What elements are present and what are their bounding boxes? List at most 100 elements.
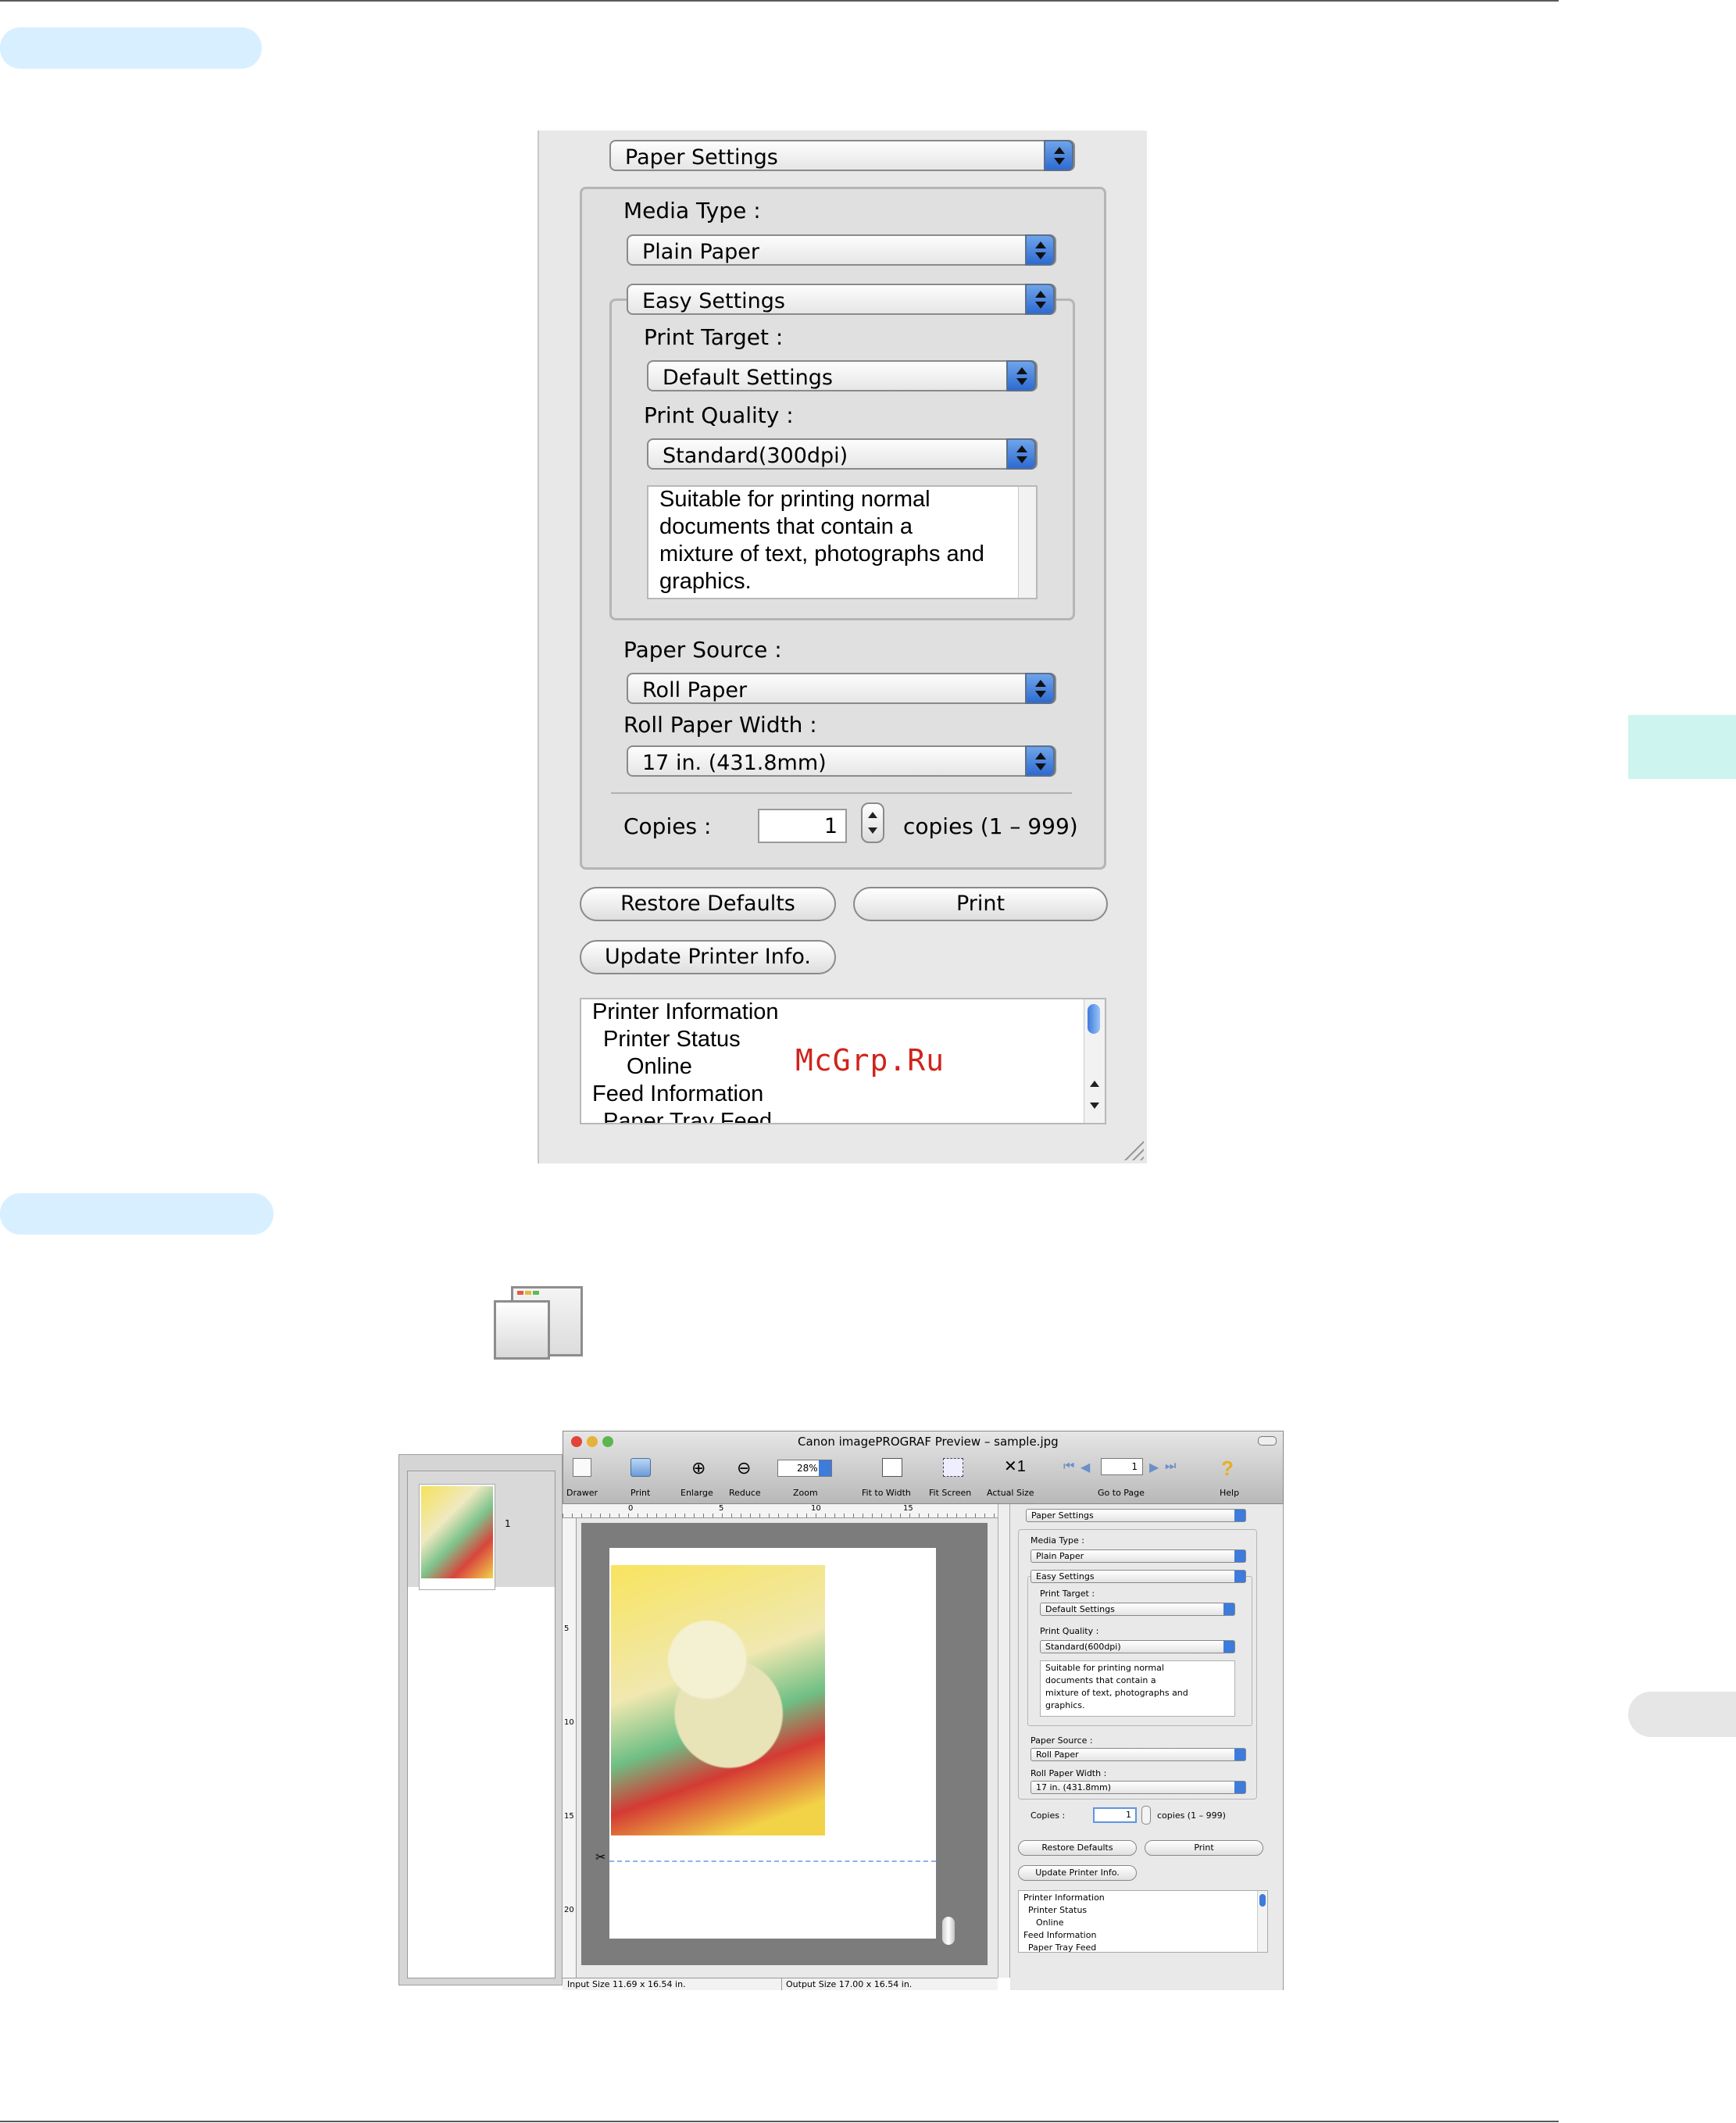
window-title: Canon imagePROGRAF Preview – sample.jpg xyxy=(798,1435,1059,1449)
restore-defaults-button[interactable]: Restore Defaults xyxy=(580,887,836,921)
output-page xyxy=(609,1548,936,1939)
paper-source-label: Paper Source : xyxy=(623,637,782,663)
print-quality-label: Print Quality : xyxy=(644,402,794,428)
fit-screen-icon xyxy=(943,1458,963,1477)
scroll-down-icon[interactable] xyxy=(1090,1103,1099,1109)
copies-range: copies (1 – 999) xyxy=(903,813,1078,839)
media-type-label: Media Type : xyxy=(623,198,761,223)
update-printer-info-button[interactable]: Update Printer Info. xyxy=(580,940,836,974)
preview-canvas: ✂ xyxy=(577,1518,998,1978)
copies-stepper[interactable] xyxy=(861,802,884,843)
info-line: Online xyxy=(1036,1917,1064,1928)
info-scrollbar[interactable] xyxy=(1084,999,1105,1123)
panel-menu-dropdown[interactable]: Paper Settings xyxy=(1026,1509,1246,1522)
print-target-dropdown[interactable]: Default Settings xyxy=(647,360,1038,391)
actual-size-button[interactable]: ✕1 Actual Size xyxy=(985,1456,1045,1502)
easy-settings-dropdown[interactable]: Easy Settings xyxy=(1031,1570,1246,1583)
copies-input[interactable]: 1 xyxy=(1093,1807,1137,1823)
print-target-dropdown[interactable]: Default Settings xyxy=(1040,1603,1235,1616)
description-line: mixture of text, photographs and xyxy=(1045,1688,1188,1698)
cut-line xyxy=(609,1860,936,1862)
dropdown-arrow-icon xyxy=(1234,1550,1245,1562)
ruler-tick-label: 15 xyxy=(903,1504,913,1513)
ruler-tick-label: 5 xyxy=(719,1504,724,1513)
print-toolbar-button[interactable]: Print xyxy=(626,1456,654,1502)
close-icon[interactable] xyxy=(571,1436,582,1447)
toolbar-toggle-icon[interactable] xyxy=(1258,1436,1277,1446)
resize-grip-icon[interactable] xyxy=(1123,1140,1144,1160)
easy-settings-dropdown[interactable]: Easy Settings xyxy=(627,284,1056,315)
panel-menu-label: Paper Settings xyxy=(1031,1510,1094,1521)
zoom-control[interactable]: 28% Zoom xyxy=(776,1460,835,1502)
page-number-value: 1 xyxy=(1131,1461,1138,1472)
zoom-window-icon[interactable] xyxy=(602,1436,613,1447)
enlarge-button[interactable]: ⊕ Enlarge xyxy=(680,1456,720,1502)
description-line: graphics. xyxy=(1045,1700,1085,1710)
canvas-scrollbar[interactable] xyxy=(998,1504,1010,1978)
scissors-icon: ✂ xyxy=(595,1851,606,1864)
description-scrollbar[interactable] xyxy=(1018,487,1036,598)
copies-input[interactable]: 1 xyxy=(758,809,847,843)
print-quality-dropdown[interactable]: Standard(600dpi) xyxy=(1040,1640,1235,1653)
zoom-select[interactable]: 28% xyxy=(777,1460,832,1477)
bottom-rule xyxy=(0,2121,1559,2122)
help-label: Help xyxy=(1220,1488,1240,1498)
fit-width-icon xyxy=(882,1458,902,1477)
print-button[interactable]: Print xyxy=(1145,1840,1263,1856)
magnify-minus-icon: ⊖ xyxy=(737,1458,752,1478)
minimize-icon[interactable] xyxy=(587,1436,598,1447)
arrow-down-icon xyxy=(868,827,877,834)
info-line: Printer Information xyxy=(1023,1892,1105,1903)
drawer-label: Drawer xyxy=(566,1488,598,1498)
description-line: Suitable for printing normal xyxy=(1045,1663,1164,1673)
last-page-icon[interactable]: ⏭ xyxy=(1165,1460,1176,1474)
scroll-thumb[interactable] xyxy=(1088,1004,1100,1034)
watermark: McGrp.Ru xyxy=(795,1043,945,1078)
page-drawer: 1 xyxy=(398,1454,563,1985)
reduce-button[interactable]: ⊖ Reduce xyxy=(729,1456,763,1502)
roll-width-label: Roll Paper Width : xyxy=(623,712,817,738)
drawer-button[interactable]: Drawer xyxy=(566,1456,598,1502)
print-button[interactable]: Print xyxy=(853,887,1108,921)
info-line: Printer Information xyxy=(592,999,779,1024)
thumbnail-page[interactable] xyxy=(419,1484,495,1590)
ruler-tick-label: 0 xyxy=(628,1504,634,1513)
arrow-up-icon xyxy=(868,812,877,818)
roll-width-dropdown[interactable]: 17 in. (431.8mm) xyxy=(1031,1781,1246,1794)
dropdown-arrow-icon xyxy=(1234,1749,1245,1760)
fit-to-width-button[interactable]: Fit to Width xyxy=(860,1456,923,1502)
actual-size-icon: ✕1 xyxy=(1004,1458,1026,1475)
first-page-icon[interactable]: ⏮ xyxy=(1063,1460,1074,1474)
roll-end-icon xyxy=(942,1917,955,1945)
help-icon: ? xyxy=(1221,1456,1234,1480)
panel-menu-dropdown[interactable]: Paper Settings xyxy=(609,140,1075,171)
restore-defaults-button[interactable]: Restore Defaults xyxy=(1018,1840,1137,1856)
go-to-page-label: Go to Page xyxy=(1098,1488,1145,1498)
section-heading-pill xyxy=(0,1193,273,1235)
dropdown-arrow-icon xyxy=(1234,1782,1245,1793)
easy-settings-value: Easy Settings xyxy=(1036,1571,1095,1582)
go-to-page-control[interactable]: ⏮ ◀ 1 ▶ ⏭ Go to Page xyxy=(1063,1456,1204,1502)
print-quality-dropdown[interactable]: Standard(300dpi) xyxy=(647,438,1038,470)
media-type-label: Media Type : xyxy=(1031,1535,1085,1546)
next-page-icon[interactable]: ▶ xyxy=(1149,1460,1159,1475)
drawer-icon xyxy=(573,1458,591,1477)
horizontal-ruler: 0 5 10 15 xyxy=(563,1504,998,1518)
info-line: Paper Tray Feed xyxy=(603,1109,772,1124)
fit-screen-button[interactable]: Fit Screen xyxy=(926,1456,981,1502)
ruler-tick-label: 15 xyxy=(564,1812,574,1821)
page-number-input[interactable]: 1 xyxy=(1101,1458,1143,1475)
info-scrollbar[interactable] xyxy=(1257,1891,1267,1952)
help-button[interactable]: ? Help xyxy=(1212,1456,1246,1502)
ruler-tick-label: 10 xyxy=(811,1504,821,1513)
roll-width-dropdown[interactable]: 17 in. (431.8mm) xyxy=(627,745,1056,777)
copies-stepper[interactable] xyxy=(1141,1806,1151,1825)
paper-source-dropdown[interactable]: Roll Paper xyxy=(627,673,1056,704)
paper-source-dropdown[interactable]: Roll Paper xyxy=(1031,1748,1246,1761)
scroll-up-icon[interactable] xyxy=(1090,1081,1099,1087)
previous-page-icon[interactable]: ◀ xyxy=(1081,1460,1090,1475)
update-printer-info-button[interactable]: Update Printer Info. xyxy=(1018,1865,1137,1881)
media-type-dropdown[interactable]: Plain Paper xyxy=(627,234,1056,266)
scroll-thumb[interactable] xyxy=(1259,1894,1266,1907)
media-type-dropdown[interactable]: Plain Paper xyxy=(1031,1549,1246,1563)
